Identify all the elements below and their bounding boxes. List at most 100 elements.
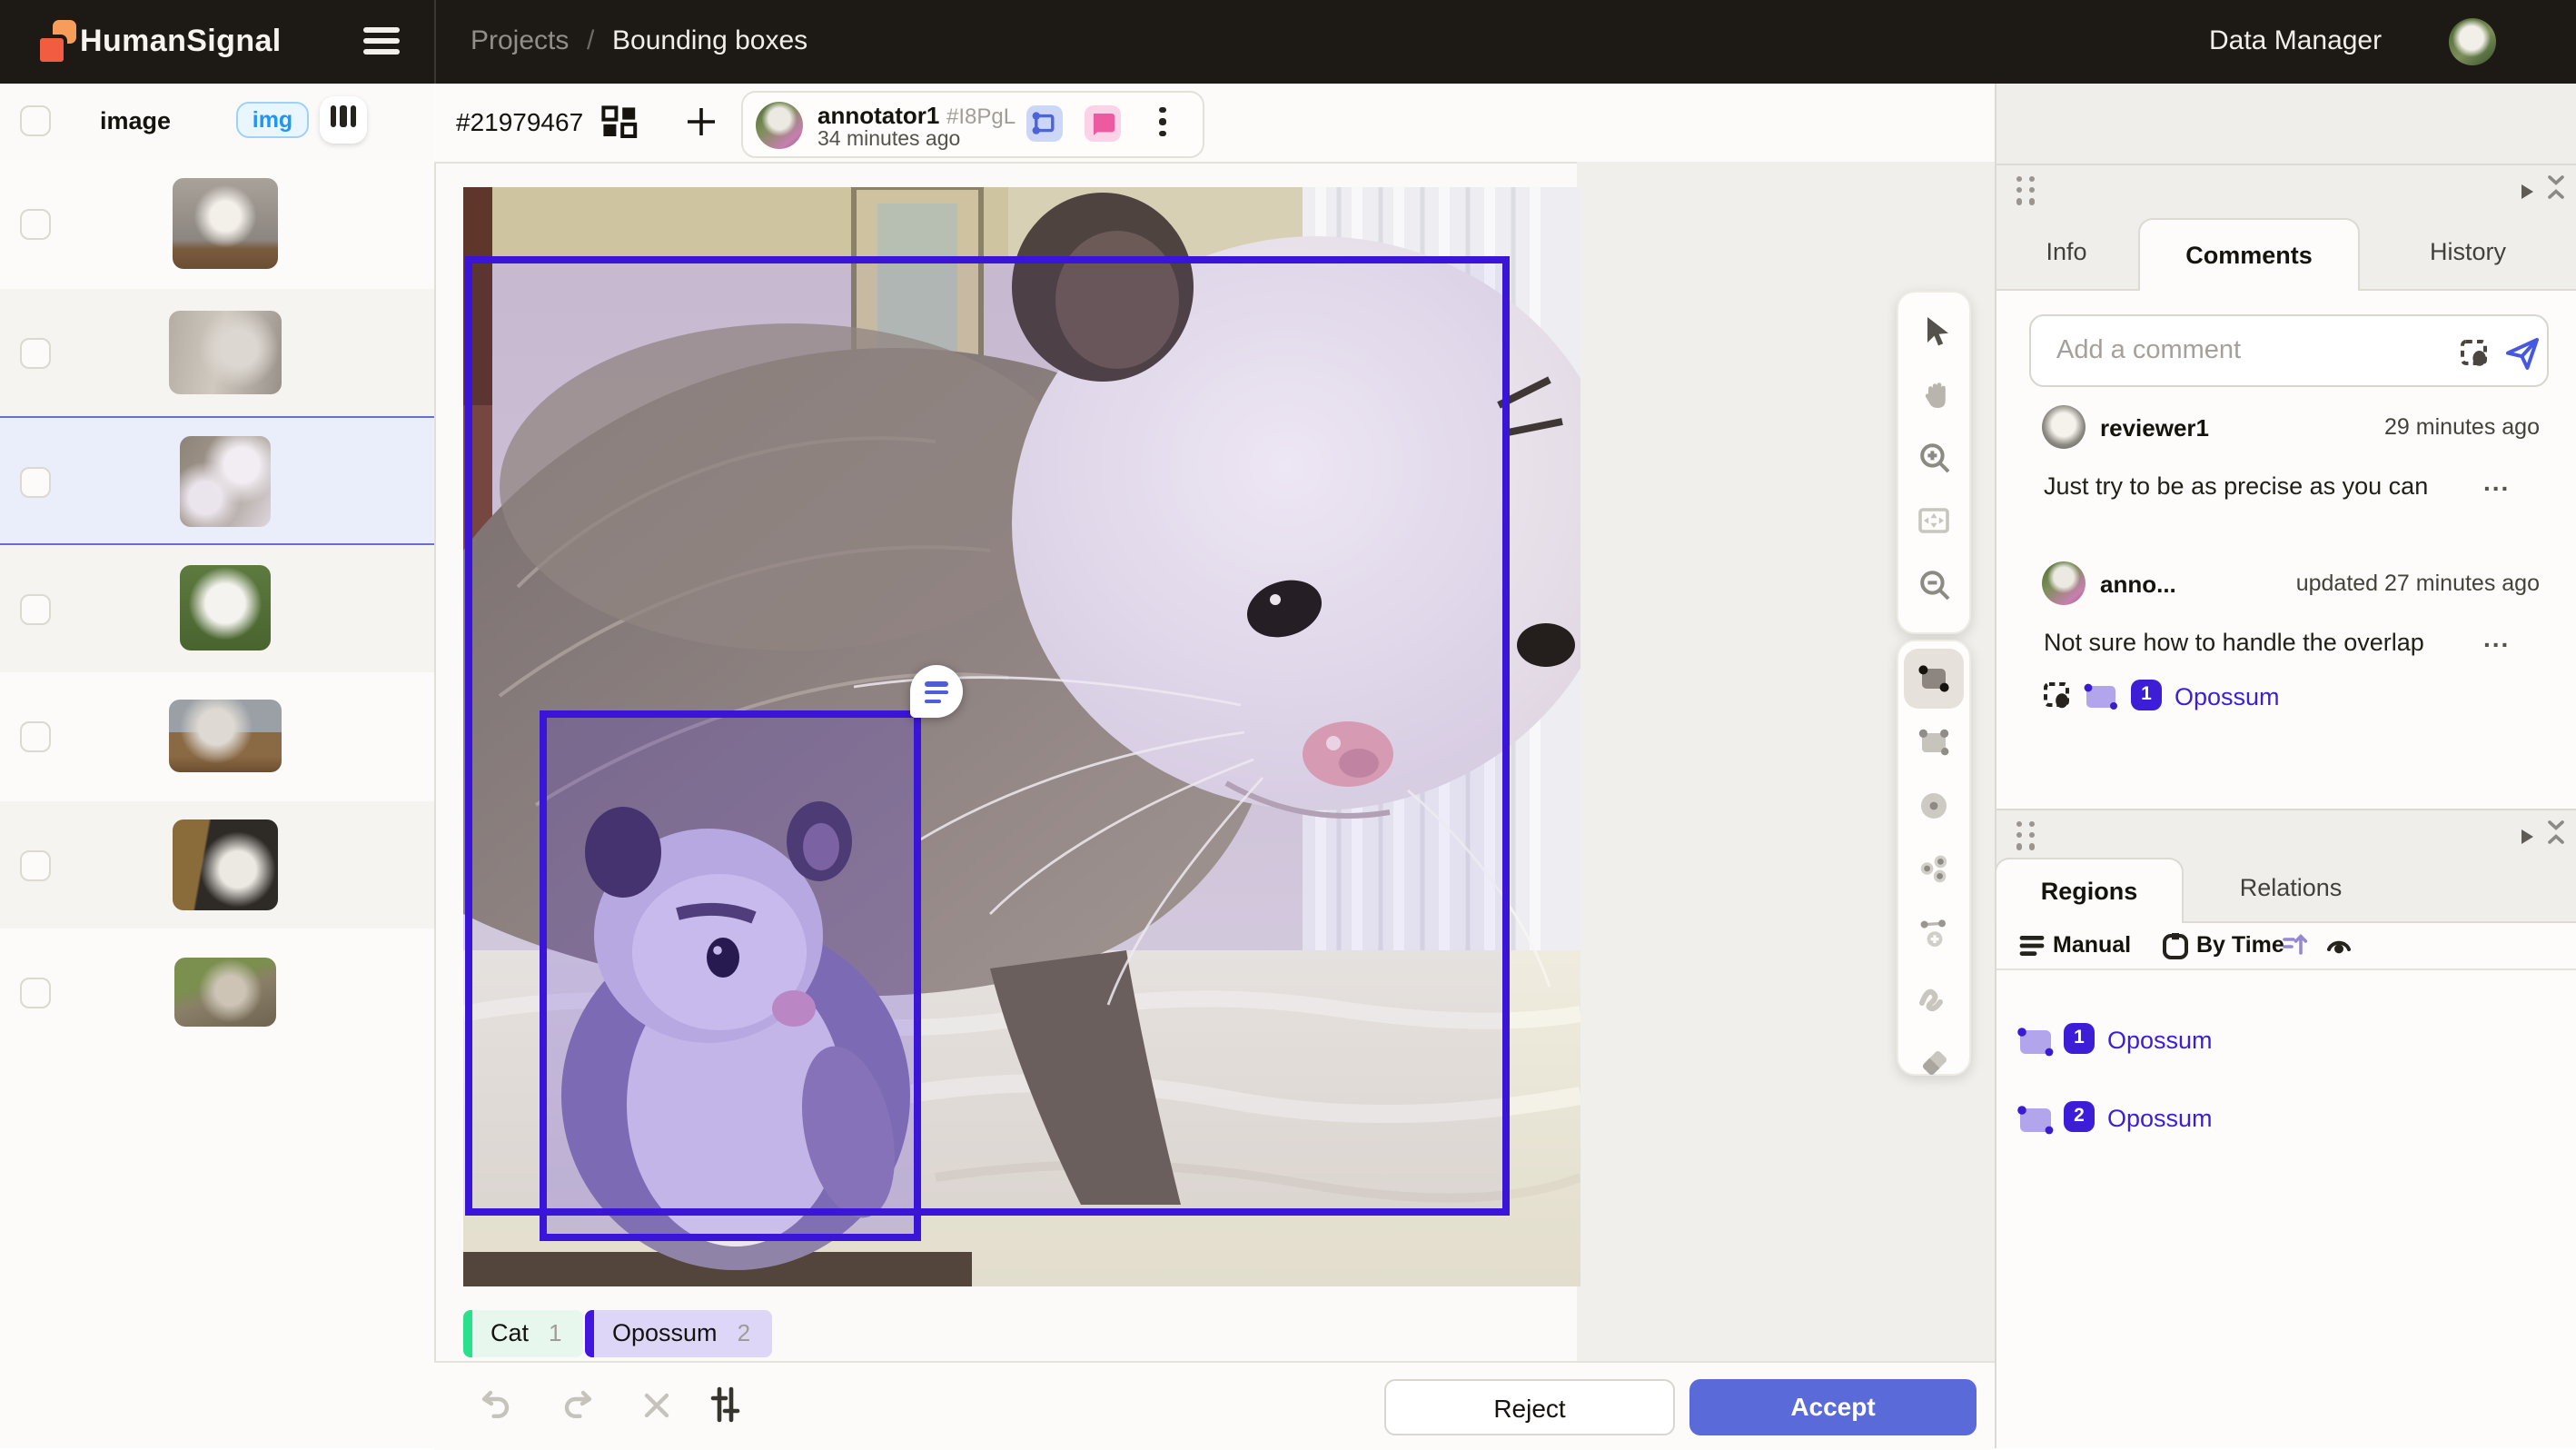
task-list-header: image img <box>0 84 434 162</box>
region-label[interactable]: Opossum <box>2107 1027 2213 1054</box>
task-header: #21979467 annotator1 #I8PgL 34 minutes a… <box>434 84 1995 164</box>
bounding-box-opossum-2[interactable] <box>540 710 921 1241</box>
regions-expand-icon[interactable] <box>2518 823 2536 856</box>
grid-view-icon[interactable] <box>601 105 638 147</box>
comment-input[interactable]: Add a comment <box>2029 313 2549 386</box>
task-thumbnail[interactable] <box>169 700 282 772</box>
redo-icon[interactable] <box>560 1386 598 1434</box>
reset-icon[interactable] <box>641 1390 672 1430</box>
regions-list: 1 Opossum 2 Opossum <box>1996 970 2576 1448</box>
comment-region-label[interactable]: Opossum <box>2175 682 2280 710</box>
attach-region-icon[interactable] <box>2456 333 2492 379</box>
task-checkbox[interactable] <box>20 978 51 1008</box>
by-time-label[interactable]: By Time <box>2196 932 2284 958</box>
kebab-menu-icon[interactable] <box>1154 106 1172 137</box>
annotator-card[interactable]: annotator1 #I8PgL 34 minutes ago <box>741 91 1204 158</box>
panel-drag-handle[interactable] <box>2016 176 2036 204</box>
task-checkbox[interactable] <box>20 593 51 624</box>
region-list-item[interactable]: 1 Opossum <box>1996 1014 2576 1068</box>
select-all-checkbox[interactable] <box>20 105 51 136</box>
tab-history[interactable]: History <box>2360 237 2576 264</box>
add-annotation-icon[interactable] <box>685 105 718 147</box>
send-comment-icon[interactable] <box>2503 333 2541 381</box>
topbar-divider <box>434 0 436 84</box>
panel-collapse-icon[interactable] <box>2545 173 2567 211</box>
columns-icon[interactable] <box>320 96 367 144</box>
fit-to-screen-button[interactable] <box>1904 491 1964 551</box>
data-manager-link[interactable]: Data Manager <box>2209 25 2382 56</box>
task-row-3-selected[interactable] <box>0 416 434 544</box>
settings-sliders-icon[interactable] <box>705 1385 745 1434</box>
label-hotkey: 1 <box>549 1320 561 1347</box>
panel-expand-icon[interactable] <box>2518 178 2536 211</box>
task-thumbnail[interactable] <box>173 819 278 909</box>
tab-info[interactable]: Info <box>1995 237 2138 264</box>
image-type-badge[interactable]: img <box>236 102 309 138</box>
manual-sort-icon[interactable] <box>2018 932 2046 968</box>
zoom-out-button[interactable] <box>1904 554 1964 614</box>
task-thumbnail[interactable] <box>173 178 278 269</box>
task-checkbox[interactable] <box>20 467 51 498</box>
comment-author: reviewer1 <box>2100 413 2209 441</box>
zoom-in-button[interactable] <box>1904 427 1964 487</box>
task-thumbnail[interactable] <box>180 436 271 527</box>
annotator-avatar <box>756 101 803 148</box>
comment-more-button[interactable]: ... <box>2483 466 2510 495</box>
keypoints-tool-button[interactable] <box>1904 839 1964 899</box>
undo-icon[interactable] <box>476 1386 514 1434</box>
label-chip-opossum[interactable]: Opossum 2 <box>585 1310 772 1356</box>
ellipse-tool-button[interactable] <box>1904 775 1964 835</box>
region-comment-bubble-icon[interactable] <box>910 665 963 718</box>
user-avatar[interactable] <box>2449 18 2496 65</box>
task-checkbox[interactable] <box>20 721 51 752</box>
comments-content: Add a comment reviewer1 29 minutes ago J… <box>1996 290 2576 808</box>
task-row-1[interactable] <box>0 160 434 288</box>
accept-button[interactable]: Accept <box>1689 1378 1977 1435</box>
comment-more-button[interactable]: ... <box>2483 622 2510 651</box>
label-name: Opossum <box>612 1320 718 1347</box>
task-list-sidebar: image img <box>0 84 436 1448</box>
relation-tool-button[interactable] <box>1904 902 1964 962</box>
comment-indicator-icon[interactable] <box>1085 105 1121 142</box>
label-chip-cat[interactable]: Cat 1 <box>463 1310 584 1356</box>
reject-button[interactable]: Reject <box>1384 1378 1675 1435</box>
pan-tool-button[interactable] <box>1904 363 1964 423</box>
task-checkbox[interactable] <box>20 849 51 880</box>
tab-relations[interactable]: Relations <box>2184 874 2398 901</box>
label-studio-app: HumanSignal Projects / Bounding boxes Da… <box>0 0 2576 1448</box>
regions-drag-handle[interactable] <box>2016 821 2036 849</box>
task-row-5[interactable] <box>0 672 434 800</box>
comment-avatar <box>2042 404 2086 448</box>
rectangle-3point-tool-button[interactable] <box>1904 711 1964 771</box>
navigation-toolbar <box>1897 291 1971 634</box>
tab-comments-active[interactable]: Comments <box>2138 217 2360 290</box>
by-time-icon[interactable] <box>2160 930 2191 970</box>
tab-regions-active[interactable]: Regions <box>1995 858 2184 923</box>
rectangle-tool-button-selected[interactable] <box>1904 648 1964 708</box>
brush-tool-button[interactable] <box>1904 966 1964 1026</box>
comment-author: anno... <box>2100 570 2176 597</box>
task-checkbox[interactable] <box>20 209 51 240</box>
column-label-image: image <box>100 107 171 134</box>
manual-sort-label[interactable]: Manual <box>2053 932 2131 958</box>
bottom-action-bar: Reject Accept <box>434 1361 1995 1450</box>
task-thumbnail[interactable] <box>174 958 276 1027</box>
eraser-tool-button[interactable] <box>1904 1029 1964 1089</box>
breadcrumb-separator: / <box>587 25 594 56</box>
task-thumbnail[interactable] <box>169 310 282 393</box>
task-row-6[interactable] <box>0 800 434 929</box>
task-thumbnail[interactable] <box>180 564 271 650</box>
regions-collapse-icon[interactable] <box>2545 818 2567 856</box>
prediction-region-icon[interactable] <box>1026 105 1063 142</box>
task-row-7[interactable] <box>0 929 434 1057</box>
task-checkbox[interactable] <box>20 337 51 368</box>
hamburger-menu-icon[interactable] <box>363 27 400 55</box>
select-tool-button[interactable] <box>1904 300 1964 360</box>
region-label[interactable]: Opossum <box>2107 1105 2213 1132</box>
region-list-item[interactable]: 2 Opossum <box>1996 1092 2576 1147</box>
breadcrumb-projects[interactable]: Projects <box>471 25 569 56</box>
visibility-eye-icon[interactable] <box>2323 930 2354 970</box>
task-row-4[interactable] <box>0 544 434 672</box>
sort-order-icon[interactable] <box>2280 930 2309 968</box>
task-row-2[interactable] <box>0 288 434 416</box>
